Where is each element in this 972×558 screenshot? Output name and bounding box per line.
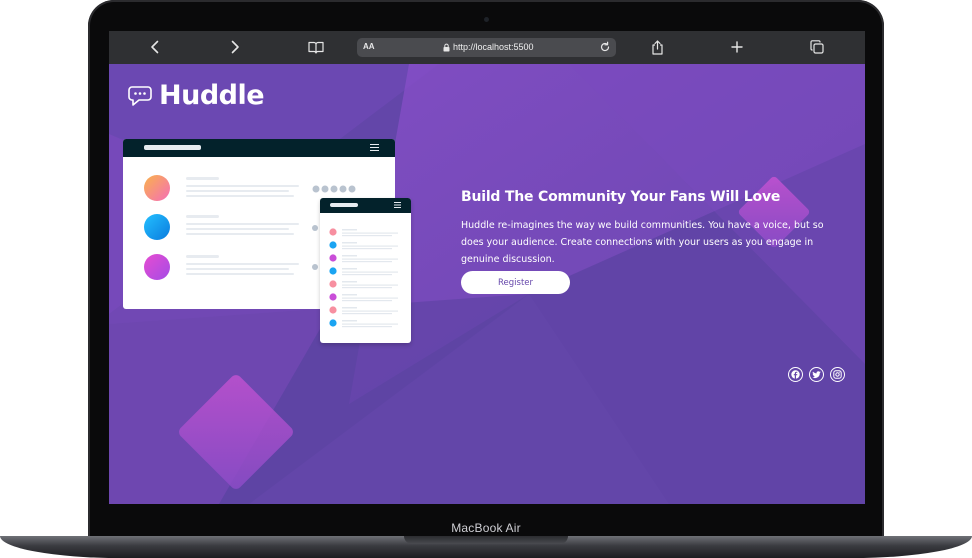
share-icon[interactable] — [649, 39, 665, 55]
logo[interactable]: Huddle — [127, 80, 265, 111]
browser-window: AA http://localhost:5500 Huddle Build Th… — [109, 31, 865, 504]
reload-icon[interactable] — [599, 41, 611, 53]
lock-icon — [443, 43, 450, 52]
illustration-mobile-mockup — [320, 198, 411, 343]
logo-text: Huddle — [159, 80, 265, 111]
text-size-button[interactable]: AA — [363, 42, 375, 51]
facebook-icon[interactable] — [788, 367, 803, 382]
new-tab-icon[interactable] — [729, 39, 745, 55]
register-button[interactable]: Register — [461, 271, 570, 294]
social-links — [788, 367, 845, 382]
back-icon[interactable] — [147, 39, 163, 55]
url-text: http://localhost:5500 — [453, 42, 534, 52]
hero-title: Build The Community Your Fans Will Love — [461, 189, 781, 205]
laptop-hinge-notch — [404, 536, 568, 544]
camera-icon — [484, 17, 489, 22]
tabs-icon[interactable] — [809, 39, 825, 55]
device-label: MacBook Air — [451, 521, 521, 535]
twitter-icon[interactable] — [809, 367, 824, 382]
chat-bubble-icon — [128, 85, 152, 106]
hero-description: Huddle re-imagines the way we build comm… — [461, 220, 824, 265]
browser-toolbar: AA http://localhost:5500 — [109, 31, 865, 64]
forward-icon[interactable] — [227, 39, 243, 55]
bookmarks-icon[interactable] — [308, 39, 324, 55]
instagram-icon[interactable] — [830, 367, 845, 382]
web-page: Huddle Build The Community Your Fans Wil… — [109, 64, 865, 504]
address-bar[interactable]: AA http://localhost:5500 — [357, 38, 616, 57]
hero-section: Build The Community Your Fans Will Love … — [461, 189, 831, 268]
